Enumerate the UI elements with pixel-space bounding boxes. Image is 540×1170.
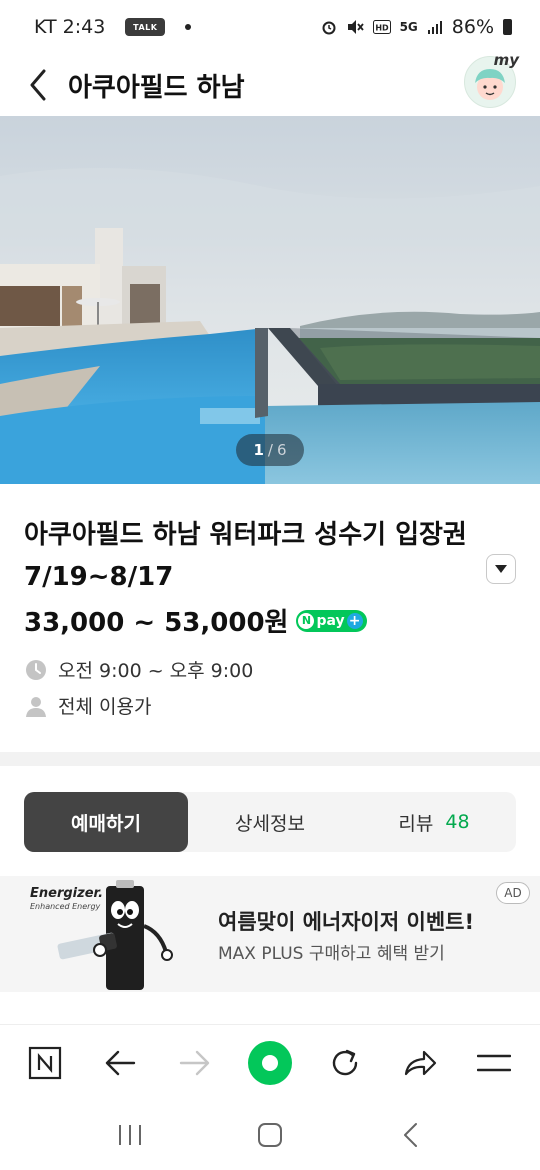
audience-row: 전체 이용가 <box>24 692 151 719</box>
alarm-icon <box>322 21 336 35</box>
hamburger-menu-icon <box>477 1054 512 1071</box>
tab-reviews[interactable]: 리뷰 48 <box>352 792 516 852</box>
tab-booking-label: 예매하기 <box>71 812 141 835</box>
product-image-gallery[interactable]: 1 / 6 <box>0 116 540 484</box>
notification-dot-icon <box>185 24 192 30</box>
battery-percent: 86% <box>451 16 494 38</box>
price-range: 33,000 ~ 53,000원 <box>24 608 289 638</box>
system-back-button[interactable] <box>380 1110 440 1160</box>
ad-badge: AD <box>496 882 530 904</box>
review-count: 48 <box>445 811 470 833</box>
gallery-separator: / <box>267 441 273 459</box>
expand-title-button[interactable] <box>486 554 516 584</box>
tab-booking[interactable]: 예매하기 <box>24 792 188 852</box>
npay-label: pay <box>316 612 345 629</box>
share-button[interactable] <box>390 1033 450 1093</box>
gallery-current-page: 1 <box>253 441 264 459</box>
status-right: HD 5G 86% <box>321 16 512 38</box>
mute-icon <box>347 20 364 34</box>
refresh-button[interactable] <box>315 1033 375 1093</box>
green-dot-icon <box>247 1040 292 1085</box>
recent-apps-icon <box>119 1125 141 1145</box>
content-tabs: 예매하기 상세정보 리뷰 48 <box>24 792 516 852</box>
menu-button[interactable] <box>464 1033 524 1093</box>
npay-badge: N pay + <box>296 609 367 632</box>
status-bar: KT 2:43 TALK HD 5G 86% <box>0 0 540 54</box>
gallery-page-counter: 1 / 6 <box>236 434 304 466</box>
gallery-total-pages: 6 <box>276 441 287 459</box>
home-square-icon <box>258 1123 282 1147</box>
browser-toolbar <box>0 1024 540 1100</box>
npay-n-icon: N <box>298 612 315 629</box>
audience-rating: 전체 이용가 <box>58 696 152 718</box>
svg-text:HD: HD <box>375 24 389 33</box>
my-label: my <box>493 51 519 69</box>
recent-apps-button[interactable] <box>100 1110 160 1160</box>
ad-banner[interactable]: Energizer. Enhanced Energy 여름맞이 에너자이저 이벤… <box>0 876 540 992</box>
system-navigation-bar <box>0 1100 540 1170</box>
tab-details[interactable]: 상세정보 <box>188 792 352 852</box>
npay-plus-icon: + <box>346 612 363 629</box>
person-icon <box>24 694 48 718</box>
tab-reviews-label: 리뷰 <box>398 812 434 835</box>
arrow-right-icon <box>179 1050 210 1075</box>
browser-forward-button[interactable] <box>165 1033 225 1093</box>
clock-icon <box>24 658 48 682</box>
status-left: KT 2:43 TALK <box>34 16 192 38</box>
green-dot-button[interactable] <box>240 1033 300 1093</box>
ad-subtitle: MAX PLUS 구매하고 혜택 받기 <box>218 944 445 964</box>
hd-icon: HD <box>372 20 391 34</box>
back-arrow-icon <box>30 69 46 101</box>
hours-row: 오전 9:00 ~ 오후 9:00 <box>24 656 253 683</box>
battery-icon <box>503 19 512 35</box>
caret-down-icon <box>495 565 507 573</box>
water-park-photo <box>0 116 540 484</box>
naver-home-button[interactable] <box>15 1033 75 1093</box>
tab-details-label: 상세정보 <box>235 812 305 835</box>
product-title: 아쿠아필드 하남 워터파크 성수기 입장권7/19~8/17 <box>24 520 467 592</box>
page-title: 아쿠아필드 하남 <box>68 72 245 103</box>
my-avatar-button[interactable]: my <box>464 51 519 108</box>
battery-mascot-image <box>57 880 173 990</box>
arrow-left-icon <box>106 1050 136 1075</box>
chevron-left-icon <box>404 1123 417 1147</box>
home-button[interactable] <box>240 1110 300 1160</box>
carrier-time: KT 2:43 <box>34 16 106 38</box>
browser-back-button[interactable] <box>90 1033 150 1093</box>
share-arrow-icon <box>404 1050 436 1075</box>
back-button[interactable] <box>24 69 52 101</box>
talk-badge-label: TALK <box>133 22 158 32</box>
network-type: 5G <box>399 20 418 34</box>
section-divider <box>0 752 540 766</box>
naver-n-icon <box>29 1046 62 1079</box>
page-header: 아쿠아필드 하남 my <box>0 51 540 116</box>
operating-hours: 오전 9:00 ~ 오후 9:00 <box>58 660 254 682</box>
signal-icon <box>427 21 442 34</box>
ad-title: 여름맞이 에너자이저 이벤트! <box>218 910 475 934</box>
kakaotalk-notification-icon: TALK <box>125 18 166 36</box>
price-row: 33,000 ~ 53,000원 N pay + <box>24 602 367 639</box>
refresh-icon <box>332 1049 357 1075</box>
